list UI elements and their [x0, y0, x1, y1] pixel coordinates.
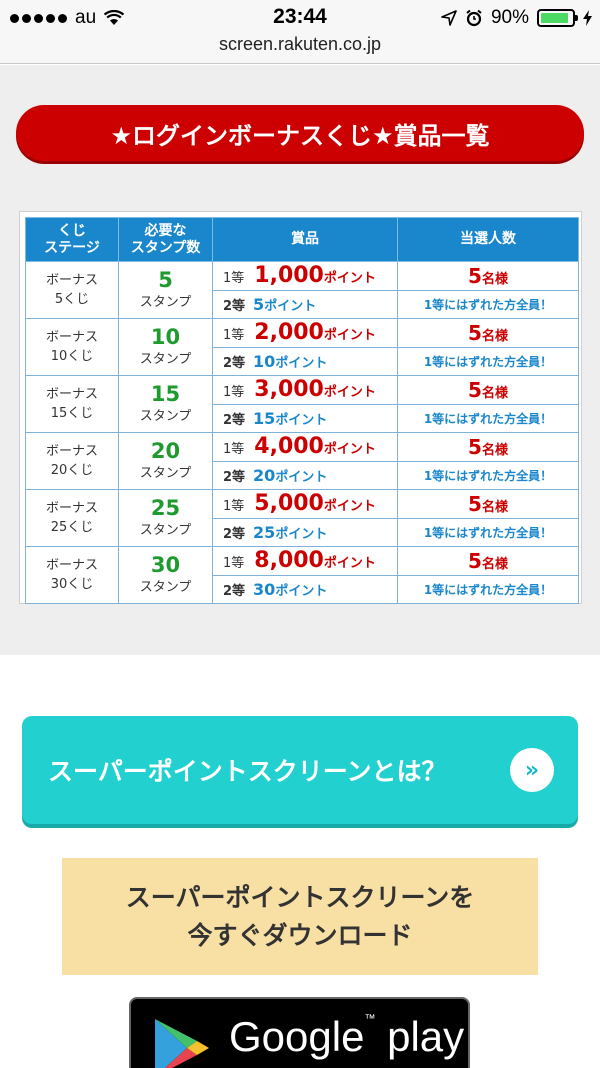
- stamp-count: 5: [158, 268, 173, 292]
- first-prize-winners-cell: 5名様: [397, 375, 579, 405]
- table-row: ボーナス 30くじ 30 スタンプ 1等 8,000ポイント 5名様: [25, 546, 579, 604]
- stamps-cell: 30 スタンプ: [118, 546, 213, 604]
- header-stage: くじ ステージ: [25, 217, 119, 262]
- stage-cell: ボーナス 20くじ: [25, 432, 119, 490]
- google-play-badge[interactable]: Google™ play: [129, 997, 470, 1068]
- table-row: ボーナス 5くじ 5 スタンプ 1等 1,000ポイント 5名様: [25, 261, 579, 319]
- stage-cell: ボーナス 10くじ: [25, 318, 119, 376]
- second-prize-cell: 2等 20ポイント: [212, 460, 398, 490]
- download-now-banner[interactable]: スーパーポイントスクリーンを 今すぐダウンロード: [62, 858, 538, 975]
- stamp-unit: スタンプ: [139, 295, 192, 310]
- first-prize-winners-cell: 5名様: [397, 318, 579, 348]
- second-prize-winners-cell: 1等にはずれた方全員！: [397, 403, 579, 433]
- stamps-cell: 20 スタンプ: [118, 432, 213, 490]
- second-prize-winners-cell: 1等にはずれた方全員！: [397, 460, 579, 490]
- table-row: ボーナス 20くじ 20 スタンプ 1等 4,000ポイント 5名様: [25, 432, 579, 490]
- first-prize-winners-cell: 5名様: [397, 489, 579, 519]
- address-bar[interactable]: screen.rakuten.co.jp: [0, 34, 600, 64]
- table-row: ボーナス 15くじ 15 スタンプ 1等 3,000ポイント 5名様: [25, 375, 579, 433]
- first-prize-cell: 1等 3,000ポイント: [212, 375, 398, 405]
- stamp-unit: スタンプ: [139, 523, 192, 538]
- stamps-cell: 10 スタンプ: [118, 318, 213, 376]
- first-prize-cell: 1等 1,000ポイント: [212, 261, 398, 291]
- about-super-point-screen-button[interactable]: スーパーポイントスクリーンとは？ »: [22, 716, 578, 824]
- first-prize-cell: 1等 2,000ポイント: [212, 318, 398, 348]
- double-chevron-right-icon: »: [510, 748, 554, 792]
- stamp-count: 25: [150, 496, 181, 520]
- first-prize-cell: 1等 8,000ポイント: [212, 546, 398, 576]
- battery-icon: [537, 9, 578, 27]
- first-prize-winners-cell: 5名様: [397, 546, 579, 576]
- stamps-cell: 15 スタンプ: [118, 375, 213, 433]
- download-banner-line2: 今すぐダウンロード: [187, 920, 413, 950]
- stamps-cell: 25 スタンプ: [118, 489, 213, 547]
- about-button-label: スーパーポイントスクリーンとは？: [48, 757, 447, 786]
- charging-bolt-icon: [583, 10, 592, 26]
- first-prize-winners-cell: 5名様: [397, 261, 579, 291]
- stage-cell: ボーナス 15くじ: [25, 375, 119, 433]
- stamp-count: 20: [150, 439, 181, 463]
- header-prize: 賞品: [212, 217, 398, 262]
- table-header-row: くじ ステージ 必要な スタンプ数 賞品 当選人数: [25, 217, 579, 262]
- header-winners: 当選人数: [397, 217, 579, 262]
- second-prize-cell: 2等 15ポイント: [212, 403, 398, 433]
- stamp-unit: スタンプ: [139, 580, 192, 595]
- second-prize-winners-cell: 1等にはずれた方全員！: [397, 517, 579, 547]
- second-prize-winners-cell: 1等にはずれた方全員！: [397, 574, 579, 604]
- prize-table: くじ ステージ 必要な スタンプ数 賞品 当選人数 ボーナス 5くじ 5 スタンプ 1等 1,…: [25, 217, 579, 604]
- status-bar: au 23:44 90%: [0, 0, 600, 34]
- location-arrow-icon: [441, 10, 457, 26]
- battery-fill: [541, 13, 568, 23]
- status-right: 90%: [441, 7, 592, 29]
- stamps-cell: 5 スタンプ: [118, 261, 213, 319]
- second-prize-winners-cell: 1等にはずれた方全員！: [397, 289, 579, 319]
- stage-cell: ボーナス 5くじ: [25, 261, 119, 319]
- stamp-unit: スタンプ: [139, 466, 192, 481]
- stage-cell: ボーナス 25くじ: [25, 489, 119, 547]
- stamp-unit: スタンプ: [139, 352, 192, 367]
- table-row: ボーナス 10くじ 10 スタンプ 1等 2,000ポイント 5名様: [25, 318, 579, 376]
- prize-section: ★ログインボーナスくじ★賞品一覧 くじ ステージ 必要な スタンプ数 賞品 当選人数…: [0, 65, 600, 655]
- bonus-lottery-title-banner: ★ログインボーナスくじ★賞品一覧: [16, 105, 584, 161]
- alarm-clock-icon: [466, 9, 482, 27]
- first-prize-winners-cell: 5名様: [397, 432, 579, 462]
- stamp-unit: スタンプ: [139, 409, 192, 424]
- stamp-count: 30: [150, 553, 181, 577]
- second-prize-cell: 2等 30ポイント: [212, 574, 398, 604]
- download-banner-line1: スーパーポイントスクリーンを: [125, 883, 475, 912]
- first-prize-cell: 1等 4,000ポイント: [212, 432, 398, 462]
- header-stamps: 必要な スタンプ数: [118, 217, 213, 262]
- table-row: ボーナス 25くじ 25 スタンプ 1等 5,000ポイント 5名様: [25, 489, 579, 547]
- stamp-count: 15: [150, 382, 181, 406]
- first-prize-cell: 1等 5,000ポイント: [212, 489, 398, 519]
- prize-table-container: くじ ステージ 必要な スタンプ数 賞品 当選人数 ボーナス 5くじ 5 スタンプ 1等 1,…: [19, 211, 582, 604]
- battery-percent: 90%: [490, 7, 529, 28]
- google-play-triangle-icon: [155, 1019, 209, 1068]
- second-prize-cell: 2等 10ポイント: [212, 346, 398, 376]
- stage-cell: ボーナス 30くじ: [25, 546, 119, 604]
- second-prize-cell: 2等 25ポイント: [212, 517, 398, 547]
- second-prize-cell: 2等 5ポイント: [212, 289, 398, 319]
- second-prize-winners-cell: 1等にはずれた方全員！: [397, 346, 579, 376]
- google-play-text: Google™ play: [229, 1013, 465, 1060]
- stamp-count: 10: [150, 325, 181, 349]
